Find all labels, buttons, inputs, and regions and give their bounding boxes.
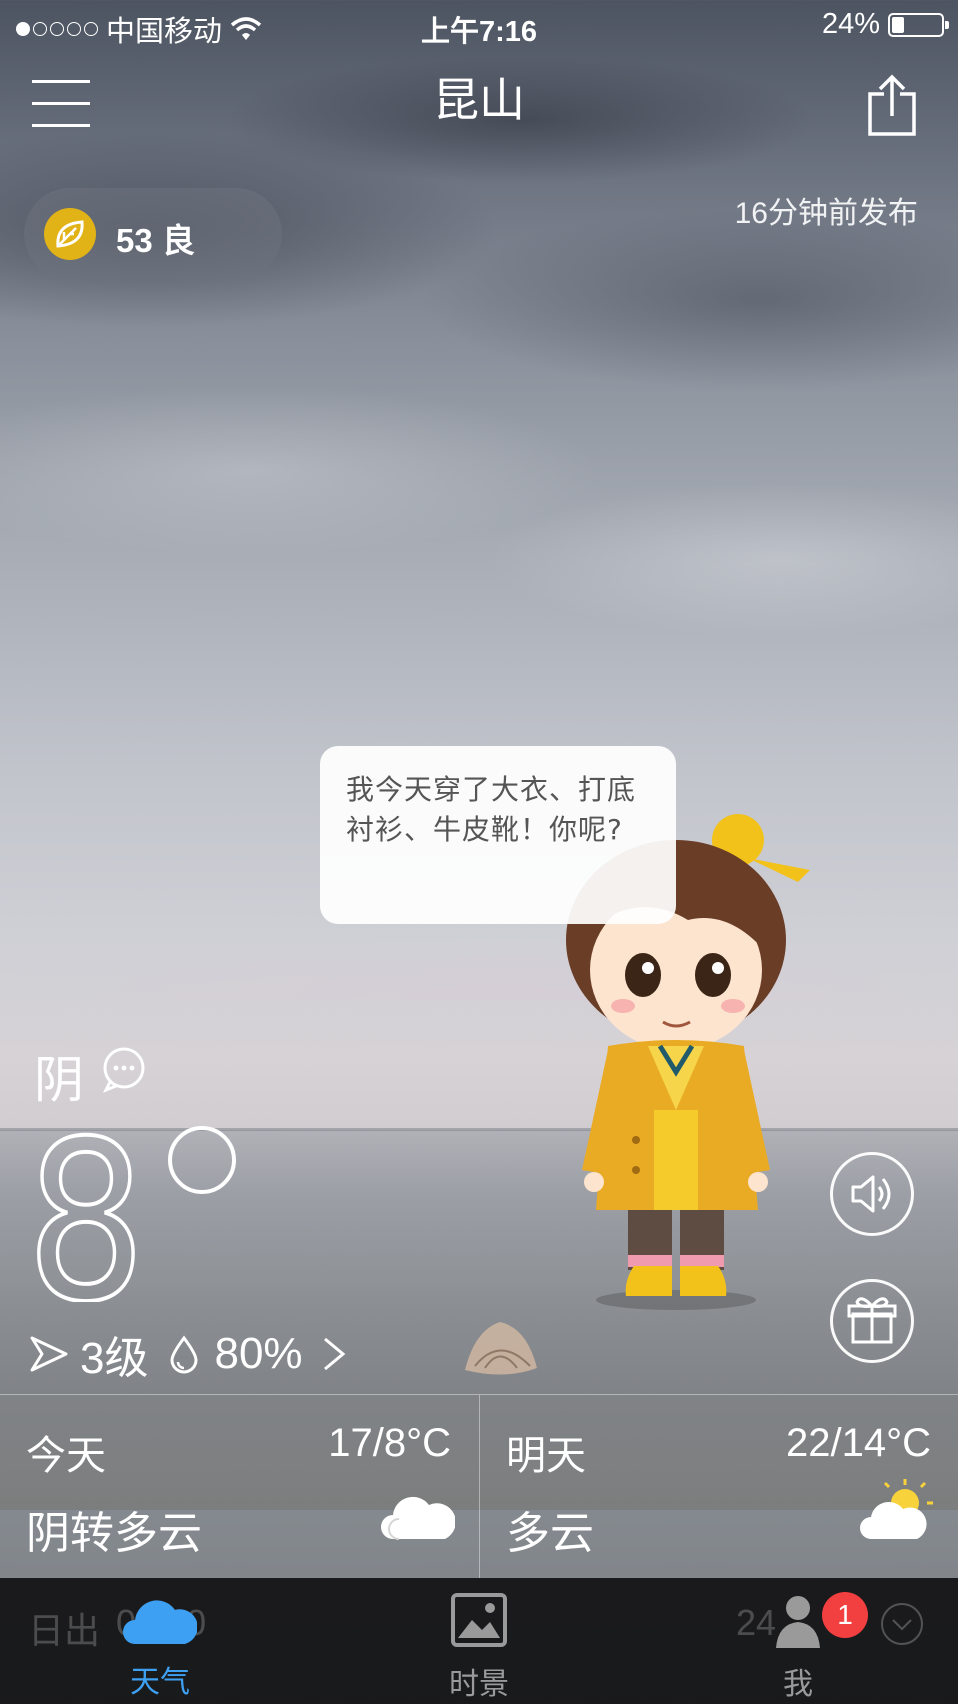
temperature-value: 8 <box>26 1122 146 1302</box>
forecast-today[interactable]: 今天 17/8°C 阴转多云 <box>0 1395 479 1579</box>
forecast-temp: 17/8°C <box>328 1421 451 1465</box>
wind-level: 3级 <box>80 1334 149 1383</box>
forecast-tomorrow[interactable]: 明天 22/14°C 多云 <box>479 1395 958 1579</box>
forecast-panel: 今天 17/8°C 阴转多云 明天 22/14°C 多云 <box>0 1394 958 1579</box>
tab-label: 天气 <box>130 1665 190 1700</box>
tab-scenery[interactable]: 时景 <box>419 1592 539 1703</box>
publish-time: 16分钟前发布 <box>734 197 918 230</box>
cloud-tab-icon <box>123 1600 198 1644</box>
share-icon[interactable] <box>866 74 918 138</box>
gift-icon <box>847 1297 897 1344</box>
tab-label: 时景 <box>449 1667 509 1702</box>
degree-symbol <box>168 1126 236 1194</box>
chevron-down-icon[interactable] <box>880 1602 924 1646</box>
shell-image <box>465 1322 537 1375</box>
leaf-icon <box>44 208 96 260</box>
forecast-condition: 多云 <box>506 1508 594 1559</box>
battery-icon <box>888 12 949 37</box>
tab-weather[interactable]: 天气 <box>100 1592 220 1701</box>
chat-bubble-icon[interactable] <box>100 1046 148 1094</box>
current-condition: 阴 <box>34 1051 84 1109</box>
gift-button[interactable] <box>830 1279 914 1363</box>
notification-badge: 1 <box>822 1592 868 1638</box>
forecast-temp: 22/14°C <box>786 1421 931 1465</box>
forecast-day: 明天 <box>506 1433 586 1479</box>
wind-humidity-row[interactable]: 3级 80% <box>28 1322 347 1386</box>
tab-label: 我 <box>783 1667 813 1702</box>
air-quality-pill[interactable]: 53 良 <box>24 188 282 280</box>
cloud-icon <box>381 1496 455 1540</box>
speech-bubble[interactable]: 我今天穿了大衣、打底衬衫、牛皮靴！你呢? <box>320 746 676 924</box>
battery-percent: 24% <box>821 8 880 40</box>
voice-broadcast-button[interactable] <box>830 1152 914 1236</box>
forecast-condition: 阴转多云 <box>26 1508 202 1559</box>
city-title[interactable]: 昆山 <box>0 64 958 130</box>
speaker-icon <box>851 1175 891 1213</box>
chevron-right-icon[interactable] <box>321 1335 347 1373</box>
sun-cloud-icon <box>860 1479 933 1539</box>
photo-tab-icon <box>451 1593 507 1647</box>
speech-bubble-text: 我今天穿了大衣、打底衬衫、牛皮靴！你呢? <box>346 773 637 846</box>
humidity-value: 80% <box>214 1329 303 1378</box>
wind-direction-icon <box>30 1336 68 1372</box>
sunrise-label: 日出 <box>28 1610 101 1651</box>
status-time: 上午7:16 <box>420 16 538 48</box>
person-tab-icon <box>776 1596 820 1648</box>
humidity-icon <box>170 1335 198 1374</box>
forecast-day: 今天 <box>26 1433 106 1479</box>
current-temperature: 8 <box>24 1122 236 1302</box>
status-bar: 中国移动 上午7:16 24% <box>0 0 958 52</box>
aqi-label: 53 良 <box>116 222 195 259</box>
battery-status: 24% <box>821 8 949 41</box>
tab-bar: 日出 06:00 24 天气 时景 我 1 <box>0 1578 958 1704</box>
